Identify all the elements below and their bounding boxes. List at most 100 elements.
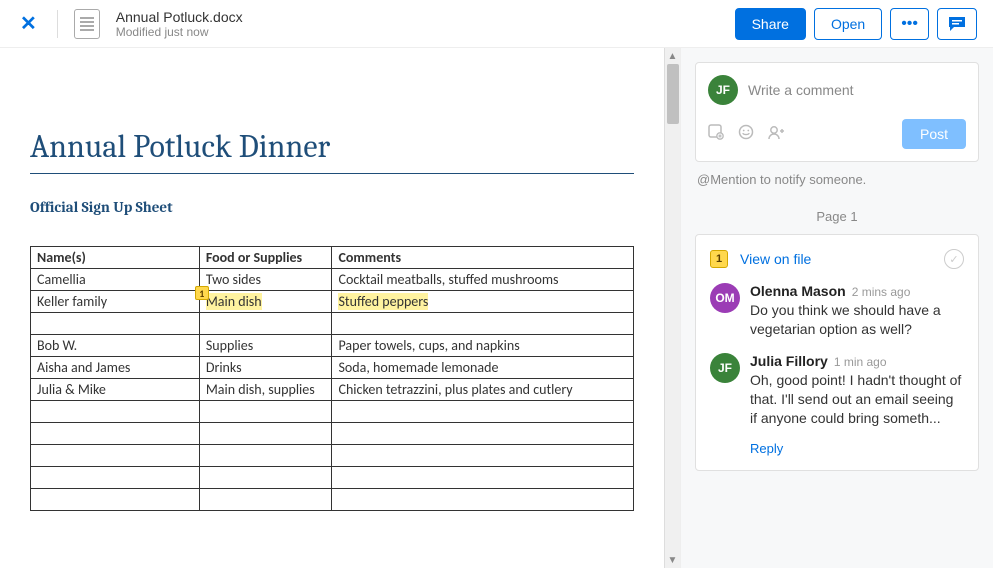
scroll-down-button[interactable]: ▼ xyxy=(665,552,680,568)
cell-food: Supplies xyxy=(199,335,332,357)
table-header-row: Name(s) Food or Supplies Comments xyxy=(31,247,634,269)
cell-comments xyxy=(332,467,634,489)
reply-link[interactable]: Reply xyxy=(750,441,964,456)
comment-timestamp: 2 mins ago xyxy=(852,285,911,299)
col-comments: Comments xyxy=(332,247,634,269)
cell-comments xyxy=(332,489,634,511)
comments-panel: JF Write a comment Post @Mentio xyxy=(680,48,993,568)
col-food: Food or Supplies xyxy=(199,247,332,269)
highlighted-text: Stuffed peppers xyxy=(338,293,428,310)
cell-food xyxy=(199,313,332,335)
main-area: Annual Potluck Dinner Official Sign Up S… xyxy=(0,48,993,568)
cell-food: Two sides xyxy=(199,269,332,291)
cell-comments xyxy=(332,401,634,423)
table-row: CamelliaTwo sidesCocktail meatballs, stu… xyxy=(31,269,634,291)
mention-icon[interactable] xyxy=(768,124,786,145)
comment-item: JF Julia Fillory 1 min ago Oh, good point! … xyxy=(710,353,964,428)
col-name: Name(s) xyxy=(31,247,200,269)
table-row xyxy=(31,445,634,467)
cell-name xyxy=(31,313,200,335)
cell-name: Aisha and James xyxy=(31,357,200,379)
cell-comments: Soda, homemade lemonade xyxy=(332,357,634,379)
document-icon xyxy=(74,9,100,39)
thread-badge: 1 xyxy=(710,250,728,268)
cell-name xyxy=(31,445,200,467)
cell-comments: Paper towels, cups, and napkins xyxy=(332,335,634,357)
table-row: Bob W.SuppliesPaper towels, cups, and na… xyxy=(31,335,634,357)
cell-name: Keller family xyxy=(31,291,200,313)
comment-author: Olenna Mason xyxy=(750,283,846,299)
composer-bottom: Post xyxy=(708,119,966,149)
cell-comments xyxy=(332,445,634,467)
comment-icon xyxy=(948,16,966,32)
close-button[interactable]: ✕ xyxy=(16,7,41,40)
document-title: Annual Potluck Dinner xyxy=(30,128,634,174)
document-content: Annual Potluck Dinner Official Sign Up S… xyxy=(0,48,664,568)
scroll-up-button[interactable]: ▲ xyxy=(665,48,680,64)
comment-thread: 1 View on file ✓ OM Olenna Mason 2 mins ag… xyxy=(695,234,979,471)
file-name: Annual Potluck.docx xyxy=(116,9,243,25)
cell-name: Julia & Mike xyxy=(31,379,200,401)
cell-food: 1Main dish xyxy=(199,291,332,313)
cell-name: Bob W. xyxy=(31,335,200,357)
table-row: Aisha and JamesDrinksSoda, homemade lemo… xyxy=(31,357,634,379)
emoji-icon[interactable] xyxy=(738,124,754,145)
comment-timestamp: 1 min ago xyxy=(834,355,887,369)
signup-table: Name(s) Food or Supplies Comments Camell… xyxy=(30,246,634,511)
cell-name xyxy=(31,423,200,445)
highlighted-text: Main dish xyxy=(206,293,262,310)
vertical-scrollbar[interactable]: ▲ ▼ xyxy=(664,48,680,568)
cell-name xyxy=(31,467,200,489)
cell-food: Drinks xyxy=(199,357,332,379)
comment-author: Julia Fillory xyxy=(750,353,828,369)
mention-hint: @Mention to notify someone. xyxy=(695,172,979,187)
more-options-button[interactable]: ••• xyxy=(890,8,929,40)
comment-avatar: JF xyxy=(710,353,740,383)
composer-top: JF Write a comment xyxy=(708,75,966,105)
cell-name: Camellia xyxy=(31,269,200,291)
cell-comments: Stuffed peppers xyxy=(332,291,634,313)
share-button[interactable]: Share xyxy=(735,8,806,40)
file-info: Annual Potluck.docx Modified just now xyxy=(116,9,243,39)
scroll-thumb[interactable] xyxy=(667,64,679,124)
comment-text: Oh, good point! I hadn't thought of that… xyxy=(750,371,964,428)
annotation-badge[interactable]: 1 xyxy=(195,286,209,300)
header-divider xyxy=(57,10,58,38)
cell-comments xyxy=(332,313,634,335)
cell-comments xyxy=(332,423,634,445)
cell-food xyxy=(199,467,332,489)
cell-comments: Chicken tetrazzini, plus plates and cutl… xyxy=(332,379,634,401)
table-row xyxy=(31,313,634,335)
table-row xyxy=(31,489,634,511)
comments-toggle-button[interactable] xyxy=(937,8,977,40)
resolve-button[interactable]: ✓ xyxy=(944,249,964,269)
comment-composer: JF Write a comment Post xyxy=(695,62,979,162)
view-on-file-link[interactable]: View on file xyxy=(740,251,811,267)
thread-header: 1 View on file ✓ xyxy=(710,249,964,269)
cell-name xyxy=(31,401,200,423)
comment-item: OM Olenna Mason 2 mins ago Do you think we … xyxy=(710,283,964,339)
cell-food xyxy=(199,445,332,467)
comment-input[interactable]: Write a comment xyxy=(748,82,966,98)
header-left: ✕ Annual Potluck.docx Modified just now xyxy=(16,7,243,40)
comment-avatar: OM xyxy=(710,283,740,313)
cell-food xyxy=(199,489,332,511)
attach-region-icon[interactable] xyxy=(708,124,724,145)
post-button[interactable]: Post xyxy=(902,119,966,149)
table-row xyxy=(31,467,634,489)
comment-text: Do you think we should have a vegetarian… xyxy=(750,301,964,339)
table-row xyxy=(31,423,634,445)
header-right: Share Open ••• xyxy=(735,8,977,40)
page-indicator: Page 1 xyxy=(695,209,979,224)
document-area: Annual Potluck Dinner Official Sign Up S… xyxy=(0,48,680,568)
comment-body: Julia Fillory 1 min ago Oh, good point! I … xyxy=(750,353,964,428)
cell-food xyxy=(199,401,332,423)
composer-avatar: JF xyxy=(708,75,738,105)
comment-body: Olenna Mason 2 mins ago Do you think we sh… xyxy=(750,283,964,339)
table-row: Julia & MikeMain dish, suppliesChicken t… xyxy=(31,379,634,401)
document-subtitle: Official Sign Up Sheet xyxy=(30,198,634,216)
cell-food: Main dish, supplies xyxy=(199,379,332,401)
table-row: Keller family1Main dish Stuffed peppers xyxy=(31,291,634,313)
cell-comments: Cocktail meatballs, stuffed mushrooms xyxy=(332,269,634,291)
open-button[interactable]: Open xyxy=(814,8,882,40)
